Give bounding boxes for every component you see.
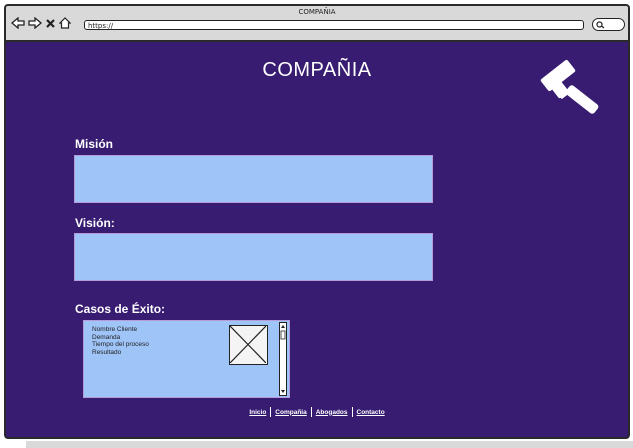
browser-window: COMPAÑIA https:// COMPAÑIA Misión Visión… <box>4 4 630 439</box>
back-arrow-icon[interactable] <box>11 17 25 29</box>
casos-label: Casos de Éxito: <box>75 302 166 316</box>
url-bar[interactable]: https:// <box>84 20 584 30</box>
mision-label: Misión <box>75 137 113 151</box>
footer-nav: Inicio Compañia Abogados Contacto <box>6 407 628 417</box>
vision-label: Visión: <box>75 216 115 230</box>
gavel-icon <box>540 59 599 114</box>
mision-field[interactable] <box>74 155 433 203</box>
casos-line-resultado: Resultado <box>92 348 122 356</box>
casos-line-tiempo: Tiempo del proceso <box>92 341 149 348</box>
footer-link-inicio[interactable]: Inicio <box>245 409 270 416</box>
scrollbar[interactable] <box>279 322 287 396</box>
window-title: COMPAÑIA <box>298 8 336 16</box>
footer-link-compania[interactable]: Compañia <box>271 409 310 416</box>
casos-line-cliente: Nombre Cliente <box>92 326 138 333</box>
close-icon[interactable] <box>45 18 56 29</box>
search-icon <box>596 21 605 29</box>
home-icon[interactable] <box>59 17 71 29</box>
vision-field[interactable] <box>74 233 433 281</box>
search-box[interactable] <box>592 18 625 31</box>
footer-link-contacto[interactable]: Contacto <box>353 409 389 416</box>
browser-nav <box>11 17 71 29</box>
horizontal-scrollbar[interactable] <box>26 441 633 448</box>
casos-text: Nombre Cliente Demanda Tiempo del proces… <box>92 326 149 356</box>
footer-link-abogados[interactable]: Abogados <box>312 409 352 416</box>
casos-panel[interactable]: Nombre Cliente Demanda Tiempo del proces… <box>83 320 290 398</box>
forward-arrow-icon[interactable] <box>28 17 42 29</box>
image-placeholder <box>229 325 268 365</box>
browser-chrome: COMPAÑIA https:// <box>6 6 628 42</box>
casos-line-demanda: Demanda <box>92 333 121 341</box>
